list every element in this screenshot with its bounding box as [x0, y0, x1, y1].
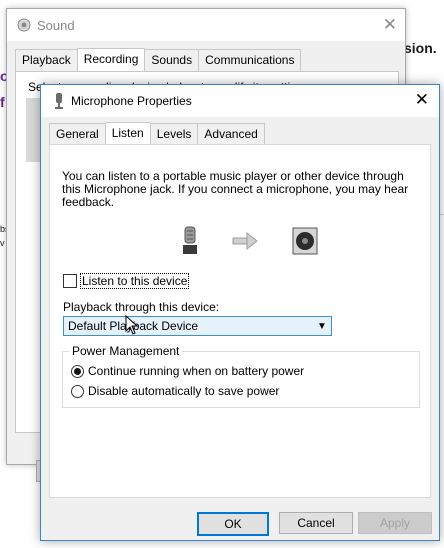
arrow-right-icon [232, 231, 258, 251]
playback-device-select[interactable]: Default Playback Device ▼ [63, 316, 332, 336]
close-icon[interactable]: ✕ [383, 15, 397, 35]
radio-button[interactable] [71, 384, 84, 398]
mic-window-title: Microphone Properties [71, 94, 192, 108]
apply-button[interactable]: Apply [358, 512, 432, 534]
speaker-icon [17, 18, 31, 32]
playback-device-label: Playback through this device: [63, 300, 220, 314]
tab-recording[interactable]: Recording [76, 48, 146, 72]
listen-checkbox-row[interactable]: Listen to this device [63, 273, 190, 289]
speaker-device-icon [292, 227, 318, 255]
mouse-cursor-icon [125, 315, 139, 335]
microphone-icon [183, 226, 197, 254]
sound-titlebar[interactable]: Sound ✕ [7, 9, 405, 41]
listen-checkbox-label[interactable]: Listen to this device [79, 273, 190, 289]
playback-device-value: Default Playback Device [68, 319, 199, 333]
device-illustration [183, 226, 318, 255]
bg-text-fragment: f [0, 94, 5, 110]
power-management-group: Power Management Continue running when o… [62, 344, 420, 408]
radio-label: Continue running when on battery power [88, 364, 305, 378]
radio-button-selected[interactable] [71, 364, 84, 378]
tab-playback[interactable]: Playback [15, 49, 78, 71]
listen-checkbox[interactable] [63, 274, 77, 288]
tab-listen[interactable]: Listen [104, 122, 151, 146]
mic-titlebar[interactable]: Microphone Properties ✕ [41, 85, 439, 117]
tab-communications[interactable]: Communications [198, 49, 302, 71]
chevron-down-icon: ▼ [317, 320, 327, 332]
listen-description: You can listen to a portable music playe… [62, 169, 409, 209]
microphone-icon [55, 93, 63, 109]
tab-levels[interactable]: Levels [149, 123, 199, 145]
microphone-properties-window[interactable]: Microphone Properties ✕ General Listen L… [40, 84, 440, 541]
radio-label: Disable automatically to save power [88, 384, 280, 398]
cancel-button[interactable]: Cancel [279, 512, 353, 534]
bg-text-fragment: v [0, 238, 5, 248]
radio-continue-running[interactable]: Continue running when on battery power [71, 364, 304, 378]
tab-sounds[interactable]: Sounds [144, 49, 200, 71]
radio-disable-auto[interactable]: Disable automatically to save power [71, 384, 279, 398]
recording-device-list[interactable] [26, 98, 40, 162]
sound-tab-strip: Playback Recording Sounds Communications [15, 48, 302, 72]
power-management-legend: Power Management [69, 344, 183, 358]
close-icon[interactable]: ✕ [415, 90, 429, 110]
mic-tab-strip: General Listen Levels Advanced [49, 122, 265, 146]
tab-advanced[interactable]: Advanced [197, 123, 265, 145]
listen-tab-panel: You can listen to a portable music playe… [49, 144, 431, 498]
ok-button[interactable]: OK [197, 512, 269, 536]
tab-general[interactable]: General [49, 123, 106, 145]
bg-text-fragment: sion. [404, 40, 437, 56]
sound-window-title: Sound [37, 18, 75, 33]
